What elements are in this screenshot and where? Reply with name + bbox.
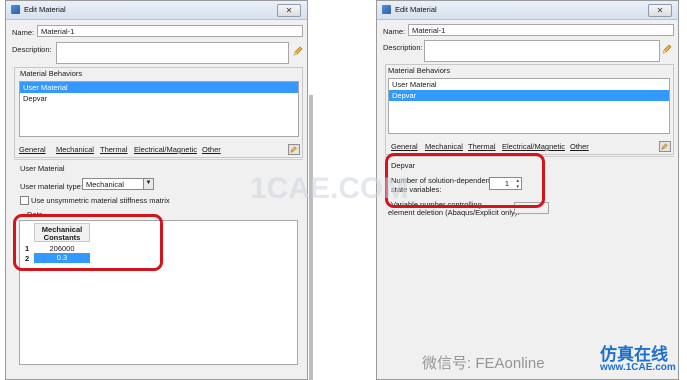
behavior-item-depvar[interactable]: Depvar bbox=[389, 90, 669, 101]
unsymmetric-stiffness-label: Use unsymmetric material stiffness matri… bbox=[31, 196, 170, 205]
unsymmetric-stiffness-checkbox[interactable] bbox=[20, 196, 29, 205]
left-behaviors-label: Material Behaviors bbox=[20, 69, 83, 78]
element-deletion-label-line2: element deletion (Abaqus/Explicit only): bbox=[388, 208, 520, 217]
right-behaviors-list[interactable]: User Material Depvar bbox=[388, 78, 670, 134]
behavior-item-depvar[interactable]: Depvar bbox=[20, 93, 298, 104]
chevron-down-icon: ▼ bbox=[143, 179, 153, 189]
menu-thermal[interactable]: Thermal bbox=[468, 142, 496, 151]
right-name-value: Material-1 bbox=[412, 26, 446, 35]
right-name-field[interactable]: Material-1 bbox=[408, 24, 674, 36]
left-edit-description-pencil-icon[interactable] bbox=[292, 45, 304, 57]
right-description-label: Description: bbox=[383, 43, 423, 52]
right-depvar-highlight bbox=[385, 153, 545, 208]
material-type-dropdown[interactable]: Mechanical ▼ bbox=[82, 178, 154, 190]
material-type-value: Mechanical bbox=[86, 180, 124, 189]
right-description-field[interactable] bbox=[424, 40, 660, 62]
left-close-button[interactable]: ✕ bbox=[277, 4, 301, 17]
menu-other[interactable]: Other bbox=[570, 142, 589, 151]
left-section-title: User Material bbox=[20, 164, 65, 173]
pencil-icon bbox=[661, 143, 668, 150]
left-separator bbox=[14, 159, 303, 160]
pencil-icon bbox=[290, 146, 297, 153]
center-watermark: 1CAE.COM bbox=[250, 172, 409, 205]
right-edit-behavior-button[interactable] bbox=[659, 141, 671, 152]
left-description-field[interactable] bbox=[56, 42, 289, 64]
left-name-field[interactable]: Material-1 bbox=[37, 25, 303, 37]
left-behavior-menu-bar: General Mechanical Thermal Electrical/Ma… bbox=[19, 145, 289, 157]
right-close-button[interactable]: ✕ bbox=[648, 4, 672, 17]
right-edit-description-pencil-icon[interactable] bbox=[661, 43, 673, 55]
behavior-item-user-material[interactable]: User Material bbox=[389, 79, 669, 90]
left-edit-behavior-button[interactable] bbox=[288, 144, 300, 155]
site-url-watermark: www.1CAE.com bbox=[600, 362, 676, 373]
left-dialog-title: Edit Material bbox=[24, 5, 66, 14]
right-behaviors-label: Material Behaviors bbox=[388, 66, 451, 75]
menu-other[interactable]: Other bbox=[202, 145, 221, 154]
right-title-bar: Edit Material ✕ bbox=[377, 1, 678, 20]
menu-general[interactable]: General bbox=[391, 142, 418, 151]
image-divider bbox=[309, 95, 313, 380]
left-name-label: Name: bbox=[12, 28, 35, 37]
menu-thermal[interactable]: Thermal bbox=[100, 145, 128, 154]
left-title-bar: Edit Material ✕ bbox=[6, 1, 307, 20]
left-material-behaviors-group: Material Behaviors User Material Depvar … bbox=[14, 67, 303, 158]
app-icon bbox=[382, 5, 391, 14]
menu-general[interactable]: General bbox=[19, 145, 46, 154]
left-description-label: Description: bbox=[12, 45, 52, 54]
right-material-behaviors-group: Material Behaviors User Material Depvar … bbox=[385, 64, 674, 155]
app-icon bbox=[11, 5, 20, 14]
left-table-highlight bbox=[13, 214, 163, 271]
right-name-label: Name: bbox=[383, 27, 406, 36]
menu-electrical-magnetic[interactable]: Electrical/Magnetic bbox=[134, 145, 197, 154]
menu-electrical-magnetic[interactable]: Electrical/Magnetic bbox=[502, 142, 565, 151]
menu-mechanical[interactable]: Mechanical bbox=[56, 145, 94, 154]
wechat-watermark: 微信号: FEAonline bbox=[422, 355, 545, 372]
right-dialog-title: Edit Material bbox=[395, 5, 437, 14]
menu-mechanical[interactable]: Mechanical bbox=[425, 142, 463, 151]
material-type-label: User material type: bbox=[20, 182, 83, 191]
left-name-value: Material-1 bbox=[41, 27, 75, 36]
behavior-item-user-material[interactable]: User Material bbox=[20, 82, 298, 93]
left-behaviors-list[interactable]: User Material Depvar bbox=[19, 81, 299, 137]
